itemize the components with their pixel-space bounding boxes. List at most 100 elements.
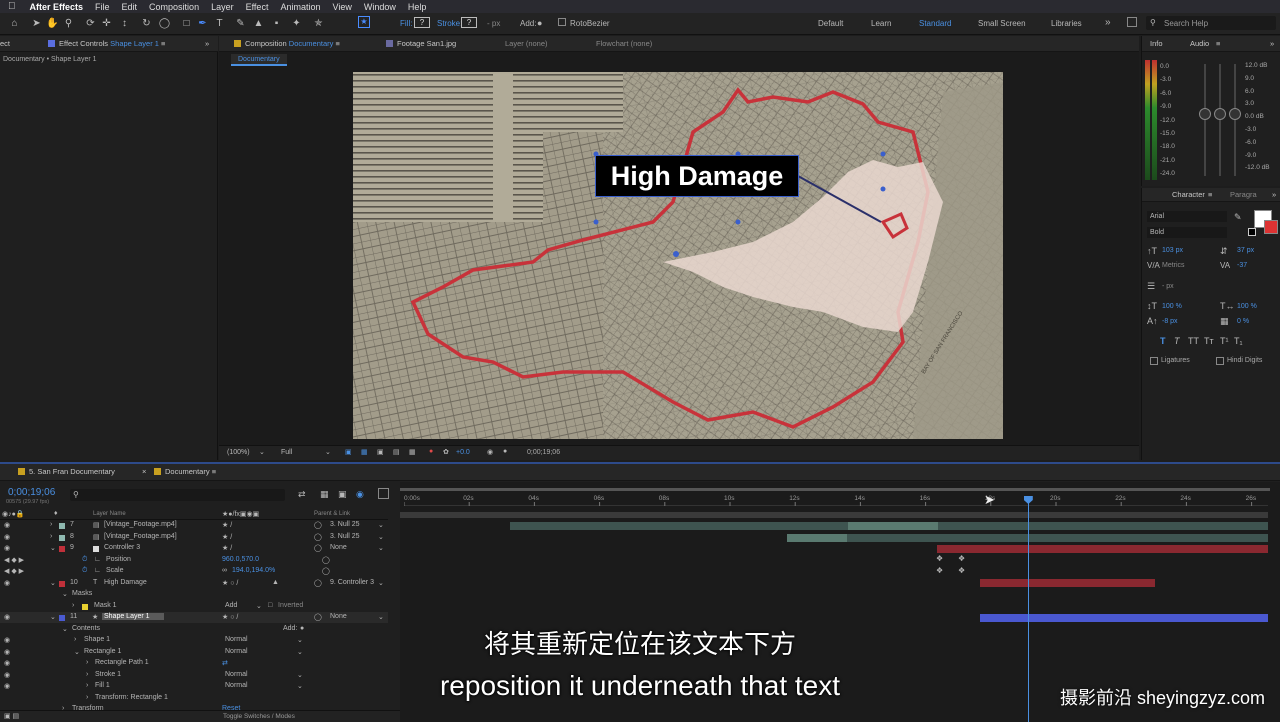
stopwatch-icon[interactable]: ⏱ — [82, 567, 87, 575]
layer-bar-11[interactable] — [980, 614, 1268, 622]
work-area-bar[interactable] — [400, 488, 1270, 491]
menu-window[interactable]: Window — [364, 2, 396, 12]
tab-character[interactable]: Character — [1172, 188, 1205, 202]
audio-fader-knob-right[interactable] — [1229, 108, 1241, 120]
menu-view[interactable]: View — [332, 2, 351, 12]
parent-chevron-icon[interactable]: ⌄ — [378, 533, 384, 541]
horizontal-scale-value[interactable]: 100 % — [1237, 303, 1257, 310]
rotate-tool-icon[interactable]: ↻ — [140, 17, 153, 30]
zoom-dropdown[interactable]: (100%) — [227, 449, 250, 456]
constrain-proportions-icon[interactable]: ∞ — [222, 567, 227, 574]
dolly-tool-icon[interactable]: ↕ — [118, 17, 131, 30]
menu-edit[interactable]: Edit — [122, 2, 138, 12]
parent-link-header[interactable]: Parent & Link — [314, 511, 350, 517]
workspace-small-screen[interactable]: Small Screen — [978, 19, 1026, 28]
audio-overflow-icon[interactable]: » — [1270, 36, 1274, 52]
rotobezier-checkbox[interactable] — [558, 18, 566, 26]
scale-keyframe-2[interactable]: ❖ — [958, 566, 965, 575]
collapse-icon[interactable]: ⌄ — [50, 579, 56, 587]
high-damage-title[interactable]: High Damage — [595, 155, 799, 197]
graph-icon[interactable]: ∟ — [94, 567, 101, 574]
collapse-icon[interactable]: ⌄ — [50, 613, 56, 621]
parent-pickwhip-icon[interactable]: ◯ — [314, 579, 322, 587]
kerning-value[interactable]: Metrics — [1162, 262, 1185, 269]
black-swatch[interactable] — [1248, 228, 1256, 236]
guides-icon[interactable]: ▤ — [393, 448, 400, 456]
visibility-icon[interactable]: ◉ — [4, 533, 10, 541]
label-color[interactable] — [59, 534, 65, 541]
scale-value[interactable]: 194.0,194.0% — [232, 567, 275, 574]
character-overflow-icon[interactable]: » — [1272, 188, 1276, 202]
workspace-menu-icon[interactable] — [1127, 17, 1137, 27]
property-scale[interactable]: ◀ ◆ ▶ ⏱ ∟ Scale ∞ 194.0,194.0% ◯ — [0, 566, 388, 578]
layer-switches[interactable]: ★ ○ / — [222, 613, 238, 621]
font-family-dropdown[interactable]: Arial — [1147, 211, 1227, 222]
tab-audio[interactable]: Audio — [1190, 36, 1209, 52]
timeline-tab-menu-icon[interactable]: ≡ — [212, 467, 216, 476]
layer-row-9[interactable]: ◉ ⌄ 9 Controller 3 ★ / ◯ None ⌄ — [0, 543, 388, 555]
position-value[interactable]: 960.0,570.0 — [222, 556, 259, 563]
resolution-chevron-icon[interactable]: ⌄ — [325, 448, 331, 456]
workspace-overflow-icon[interactable]: » — [1105, 17, 1111, 28]
superscript-button[interactable]: T¹ — [1220, 336, 1234, 346]
mask-mode-chevron-icon[interactable]: ⌄ — [256, 602, 262, 610]
layer-switches[interactable]: ★ / — [222, 533, 232, 541]
parent-dropdown[interactable]: None — [330, 544, 347, 551]
graph-editor-icon[interactable] — [378, 488, 389, 499]
layer-row-11[interactable]: ◉ ⌄ 11 ★ Shape Layer 1 ★ ○ / ◯ None ⌄ — [0, 612, 388, 624]
layer-bar-10[interactable] — [980, 579, 1155, 587]
mask-color[interactable] — [82, 603, 88, 610]
font-style-dropdown[interactable]: Bold — [1147, 227, 1227, 238]
collapse-icon[interactable]: ⌄ — [50, 544, 56, 552]
tab-san-fran-documentary[interactable]: 5. San Fran Documentary — [18, 464, 115, 480]
panel-overflow-icon[interactable]: » — [205, 36, 209, 52]
label-color[interactable] — [59, 546, 65, 552]
tab-menu-icon[interactable]: ≡ — [161, 39, 165, 48]
position-keyframe-2[interactable]: ❖ — [958, 554, 965, 563]
mask-1-row[interactable]: › Mask 1 Add ⌄ □ Inverted — [0, 601, 388, 612]
parent-chevron-icon[interactable]: ⌄ — [378, 613, 384, 621]
expand-icon[interactable]: › — [72, 602, 74, 609]
stopwatch-icon[interactable]: ⏱ — [82, 556, 87, 564]
parent-dropdown[interactable]: 3. Null 25 — [330, 521, 360, 528]
parent-dropdown[interactable]: 3. Null 25 — [330, 533, 360, 540]
tracking-value[interactable]: -37 — [1237, 262, 1247, 269]
layer-bar-9[interactable] — [937, 545, 1268, 553]
menu-file[interactable]: File — [95, 2, 110, 12]
orbit-tool-icon[interactable]: ⟳ — [84, 17, 97, 30]
visibility-icon[interactable]: ◉ — [4, 579, 10, 587]
layer-name[interactable]: High Damage — [104, 579, 147, 586]
add-icon[interactable]: ● — [537, 18, 542, 28]
shy-layers-icon[interactable]: ▣ — [338, 489, 347, 500]
eyedropper-icon[interactable]: ✎ — [1234, 212, 1242, 223]
vertical-scale-value[interactable]: 100 % — [1162, 303, 1182, 310]
menu-layer[interactable]: Layer — [211, 2, 234, 12]
expand-icon[interactable]: › — [50, 533, 52, 540]
transparency-grid-icon[interactable]: ▦ — [361, 448, 368, 456]
zoom-tool-icon[interactable]: ⚲ — [62, 17, 75, 30]
mask-visibility-icon[interactable]: ▣ — [377, 448, 384, 456]
apple-icon[interactable]:  — [8, 1, 16, 12]
audio-fader-knob-center[interactable] — [1214, 108, 1226, 120]
brush-tool-icon[interactable]: ✎ — [234, 17, 247, 30]
layer-name[interactable]: [Vintage_Footage.mp4] — [104, 521, 177, 528]
expression-pickwhip-icon[interactable]: ◯ — [322, 556, 330, 564]
layer-row-7[interactable]: ◉ › 7 ▤ [Vintage_Footage.mp4] ★ / ◯ 3. Null 25 ⌄ — [0, 520, 388, 532]
tab-composition-menu-icon[interactable]: ≡ — [335, 39, 339, 48]
stroke-width-value[interactable]: - px — [1162, 283, 1174, 290]
parent-pickwhip-icon[interactable]: ◯ — [314, 544, 322, 552]
parent-pickwhip-icon[interactable]: ◯ — [314, 521, 322, 529]
clone-stamp-icon[interactable]: ▲ — [252, 17, 265, 30]
roi-icon[interactable]: ▣ — [345, 448, 352, 456]
mask-name[interactable]: Mask 1 — [94, 602, 117, 609]
visibility-icon[interactable]: ◉ — [4, 521, 10, 529]
camera-behind-icon[interactable]: ◯ — [158, 17, 171, 30]
tab-effect-controls[interactable]: Effect Controls Shape Layer 1 ≡ — [48, 36, 165, 52]
tab-footage[interactable]: Footage San1.jpg — [386, 36, 456, 52]
parent-dropdown[interactable]: 9. Controller 3 — [330, 579, 374, 586]
layer-switches[interactable]: ★ / — [222, 544, 232, 552]
keyframe-nav-icon[interactable]: ◀ ◆ ▶ — [4, 567, 24, 575]
leading-value[interactable]: 37 px — [1237, 247, 1254, 254]
parent-chevron-icon[interactable]: ⌄ — [378, 579, 384, 587]
zoom-chevron-icon[interactable]: ⌄ — [259, 448, 265, 456]
